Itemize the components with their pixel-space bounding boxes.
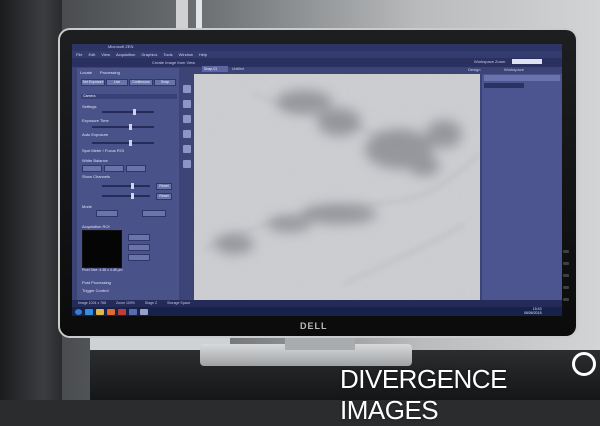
- roi-preview[interactable]: [82, 230, 122, 268]
- wb-button[interactable]: [126, 165, 146, 172]
- auto-exposure-slider[interactable]: [92, 140, 154, 146]
- window-titlebar: [72, 44, 562, 51]
- watermark-logo-icon: [572, 352, 596, 376]
- app-icon[interactable]: [129, 308, 137, 315]
- menu-bar: File Edit View Acquisition Graphics Tool…: [72, 51, 562, 58]
- auto-exposure-label[interactable]: Auto Exposure: [82, 132, 108, 137]
- workspace-zoom-label: Workspace Zoom: [474, 59, 506, 64]
- status-item: Storage Space: [167, 301, 191, 305]
- roi-button[interactable]: [128, 234, 150, 241]
- status-item: Zoom 100%: [116, 301, 135, 305]
- menu-edit[interactable]: Edit: [88, 51, 95, 58]
- resolution-select[interactable]: [142, 210, 166, 217]
- tab-processing[interactable]: Processing: [100, 70, 120, 75]
- windows-start-icon[interactable]: [75, 308, 82, 315]
- section-camera[interactable]: Camera: [81, 94, 177, 99]
- tool-icon[interactable]: [183, 160, 191, 168]
- tool-icon[interactable]: [183, 85, 191, 93]
- watermark-text: DIVERGENCE IMAGES: [340, 364, 507, 425]
- dell-logo: DELL: [300, 321, 328, 331]
- tab-image-snap[interactable]: Snap-01: [202, 66, 228, 72]
- roi-button[interactable]: [128, 244, 150, 251]
- wb-button[interactable]: [82, 165, 102, 172]
- clock-date: 06/06/2018: [524, 310, 542, 315]
- menu-view[interactable]: View: [101, 51, 110, 58]
- snap-button[interactable]: Snap: [154, 79, 176, 86]
- spot-meter-label[interactable]: Spot Meter / Focus ROI: [82, 148, 124, 153]
- exposure-slider[interactable]: [92, 124, 154, 130]
- folder-icon[interactable]: [96, 308, 104, 315]
- status-item: Image 1024 x 768: [78, 301, 107, 305]
- monitor-button[interactable]: [563, 298, 569, 301]
- exposure-time-label: Exposure Time: [82, 118, 109, 123]
- trigger-control-label[interactable]: Trigger Control: [82, 288, 109, 293]
- media-icon[interactable]: [107, 308, 115, 315]
- channel-slider[interactable]: [102, 193, 150, 199]
- microscope-image[interactable]: [194, 74, 480, 300]
- monitor-button[interactable]: [563, 250, 569, 253]
- ie-icon[interactable]: [85, 308, 93, 315]
- window-title: Microsoft ZEN: [108, 44, 134, 49]
- reset-button[interactable]: Reset: [156, 193, 172, 200]
- status-bar: Image 1024 x 768 Zoom 100% Stage Z Stora…: [72, 300, 562, 307]
- zoom-field[interactable]: [512, 59, 542, 64]
- tool-icon[interactable]: [183, 100, 191, 108]
- monitor-button[interactable]: [563, 274, 569, 277]
- settings-slider[interactable]: [102, 109, 154, 115]
- tool-icon[interactable]: [183, 115, 191, 123]
- right-panel-field[interactable]: [484, 83, 524, 88]
- roi-button[interactable]: [128, 254, 150, 261]
- app-icon[interactable]: [118, 308, 126, 315]
- status-item: Stage Z: [144, 301, 158, 305]
- channel-slider[interactable]: [102, 183, 150, 189]
- monitor-stand-neck: [285, 336, 355, 350]
- toolbar-caption[interactable]: Create Image from View: [152, 60, 195, 65]
- tool-icon[interactable]: [183, 145, 191, 153]
- design-label: Design: [468, 67, 481, 72]
- right-panel: [482, 74, 562, 300]
- menu-acquisition[interactable]: Acquisition: [116, 51, 135, 58]
- viewer-path: Untitled: [232, 67, 244, 71]
- monitor-side-buttons: [563, 250, 569, 330]
- live-button[interactable]: Live: [106, 79, 128, 86]
- monitor-button[interactable]: [563, 262, 569, 265]
- mode-select[interactable]: [96, 210, 118, 217]
- set-exposure-button[interactable]: Set Exposure: [81, 79, 105, 86]
- pixel-size: Pixel Size: 4.48 x 4.48 µm: [82, 268, 123, 272]
- monitor-button[interactable]: [563, 286, 569, 289]
- dark-pillar: [0, 0, 62, 400]
- acquisition-roi-label: Acquisition ROI: [82, 224, 110, 229]
- menu-graphics[interactable]: Graphics: [141, 51, 157, 58]
- app-icon[interactable]: [140, 308, 148, 315]
- microscope-image-svg: [194, 74, 480, 300]
- right-panel-header[interactable]: [484, 75, 560, 81]
- show-channels-label[interactable]: Show Channels: [82, 174, 110, 179]
- tool-strip: [182, 82, 192, 300]
- wb-button[interactable]: [104, 165, 124, 172]
- menu-tools[interactable]: Tools: [163, 51, 172, 58]
- taskbar-clock[interactable]: 15:43 06/06/2018: [524, 307, 542, 315]
- menu-file[interactable]: File: [76, 51, 82, 58]
- reset-button[interactable]: Reset: [156, 183, 172, 190]
- mode-label: Mode: [82, 204, 93, 209]
- workspace-label: Workspace: [504, 67, 524, 72]
- tool-icon[interactable]: [183, 130, 191, 138]
- white-balance-label: White Balance: [82, 158, 108, 163]
- tab-locate[interactable]: Locate: [80, 70, 92, 75]
- taskbar: [72, 307, 562, 316]
- post-processing-label[interactable]: Post Processing: [82, 280, 111, 285]
- monitor-screen: Microsoft ZEN File Edit View Acquisition…: [72, 44, 562, 316]
- settings-label: Settings: [82, 104, 97, 109]
- menu-help[interactable]: Help: [199, 51, 207, 58]
- panel-tabs: Locate Processing: [80, 70, 120, 75]
- continuous-button[interactable]: Continuous: [129, 79, 153, 86]
- menu-window[interactable]: Window: [179, 51, 193, 58]
